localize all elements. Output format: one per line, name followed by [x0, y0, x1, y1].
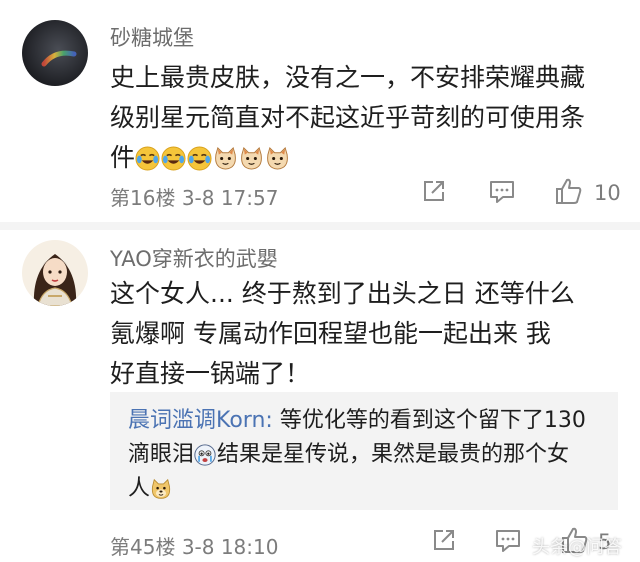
share-icon	[421, 178, 447, 208]
comment-line-with-emojis: 件	[110, 138, 630, 178]
like-button[interactable]: 10	[554, 176, 621, 210]
reply-text: 人	[128, 476, 151, 501]
username[interactable]: 砂糖城堡	[110, 22, 194, 52]
username[interactable]: YAO穿新衣的武嬰	[110, 243, 278, 273]
timestamp: 3-8 17:57	[181, 186, 279, 210]
avatar[interactable]	[22, 240, 88, 306]
reply-author[interactable]: 晨词滥调Korn	[128, 408, 265, 433]
comment-line: 这个女人... 终于熬到了出头之日 还等什么	[110, 279, 575, 308]
comment-text: 史上最贵皮肤，没有之一，不安排荣耀典藏 级别星元简直对不起这近乎苛刻的可使用条 …	[110, 58, 630, 178]
share-button[interactable]	[431, 527, 457, 557]
comment-line: 好直接一锅端了！	[110, 359, 311, 388]
comment-card-1: 砂糖城堡 史上最贵皮肤，没有之一，不安排荣耀典藏 级别星元简直对不起这近乎苛刻的…	[0, 0, 640, 222]
comment-meta: 第16楼 3-8 17:57	[110, 182, 278, 211]
reply-separator: :	[265, 408, 273, 433]
comment-icon	[488, 178, 516, 210]
comment-text: 这个女人... 终于熬到了出头之日 还等什么 氪爆啊 专属动作回程望也能一起出来…	[110, 274, 630, 394]
reply-button[interactable]	[488, 178, 516, 210]
comment-line: 史上最贵皮肤，没有之一，不安排荣耀典藏	[110, 63, 586, 92]
floor-label: 第16楼	[110, 186, 176, 210]
timestamp: 3-8 18:10	[181, 535, 279, 559]
quoted-reply-line: 人	[128, 472, 604, 506]
comment-line: 级别星元简直对不起这近乎苛刻的可使用条	[110, 103, 586, 132]
comment-meta: 第45楼 3-8 18:10	[110, 531, 278, 560]
comment-icon	[494, 527, 522, 559]
comment-line-text: 件	[110, 143, 136, 172]
divider	[0, 222, 640, 230]
reply-text: 结果是星传说，果然是最贵的那个女	[217, 442, 570, 467]
share-icon	[431, 527, 457, 557]
like-count: 10	[594, 181, 621, 205]
crying-face-emoji	[194, 443, 216, 466]
watermark: 头条@问答	[532, 537, 622, 558]
cat-face-emoji	[265, 143, 290, 170]
thumbs-up-icon	[554, 176, 584, 210]
reply-text: 滴眼泪	[128, 442, 195, 467]
avatar[interactable]	[22, 20, 88, 86]
reply-button[interactable]	[494, 527, 522, 559]
share-button[interactable]	[421, 178, 447, 208]
quoted-reply[interactable]: 晨词滥调Korn: 等优化等的看到这个留下了130 滴眼泪 结果是星传说，果然是最…	[110, 392, 618, 510]
face-with-tears-emoji	[187, 143, 212, 171]
reply-text: 等优化等的看到这个留下了130	[272, 408, 586, 433]
cat-face-emoji	[213, 143, 238, 170]
face-with-tears-emoji	[161, 143, 186, 171]
floor-label: 第45楼	[110, 535, 176, 559]
doge-emoji	[150, 477, 172, 499]
cat-face-emoji	[239, 143, 264, 170]
quoted-reply-line: 晨词滥调Korn: 等优化等的看到这个留下了130	[128, 404, 604, 438]
face-with-tears-emoji	[135, 143, 160, 171]
comment-line: 氪爆啊 专属动作回程望也能一起出来 我	[110, 319, 551, 348]
quoted-reply-line: 滴眼泪 结果是星传说，果然是最贵的那个女	[128, 438, 604, 472]
